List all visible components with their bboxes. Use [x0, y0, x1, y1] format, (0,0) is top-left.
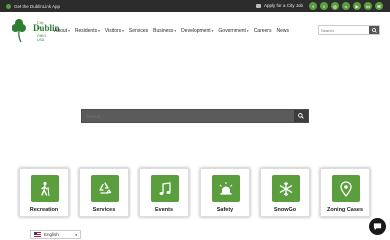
header-search — [318, 25, 380, 35]
main-nav: About ▾ Residents ▾ Visitors ▾ Services Bus… — [54, 28, 294, 34]
tile-label: Safety — [216, 207, 234, 213]
twitter-icon[interactable]: t — [320, 2, 328, 10]
tile-label: SnowGo — [273, 207, 297, 213]
facebook-icon[interactable]: f — [309, 2, 317, 10]
chat-icon — [373, 223, 382, 231]
nav-development-label: Development — [181, 28, 211, 34]
tile-safety[interactable]: Safety — [200, 168, 250, 217]
chevron-down-icon: ▾ — [211, 29, 214, 33]
apply-job-label: Apply for a City Job — [264, 3, 304, 8]
nav-services[interactable]: Services — [129, 28, 148, 34]
chevron-down-icon: ▾ — [246, 29, 249, 33]
chevron-down-icon: ▾ — [122, 29, 124, 33]
social-links: f t ◎ •• ▶ in ✉ — [309, 2, 383, 10]
tile-events[interactable]: Events — [139, 168, 189, 217]
briefcase-icon — [256, 3, 261, 8]
header-search-input[interactable] — [321, 26, 365, 34]
tile-label: Events — [154, 207, 174, 213]
nav-visitors-label: Visitors — [104, 28, 122, 34]
us-flag-icon — [34, 232, 41, 237]
snowflake-icon — [272, 175, 300, 202]
nav-residents[interactable]: Residents ▾ — [75, 28, 100, 34]
search-icon — [298, 113, 304, 119]
city-logo[interactable]: City of Dublin OHIO, USA — [11, 15, 60, 45]
tile-label: Services — [92, 207, 116, 213]
music-note-icon — [151, 175, 179, 202]
chat-button[interactable] — [369, 218, 386, 235]
tile-label: Recreation — [29, 207, 59, 213]
nav-residents-label: Residents — [74, 28, 98, 34]
linkedin-icon[interactable]: in — [364, 2, 372, 10]
utility-bar: Get the DublinLink App Apply for a City … — [0, 0, 390, 12]
tile-recreation[interactable]: Recreation — [19, 168, 69, 217]
hero-search-input[interactable] — [86, 112, 286, 121]
youtube-icon[interactable]: ▶ — [353, 2, 361, 10]
hero-search-button[interactable] — [294, 110, 308, 122]
nav-about-label: About — [54, 28, 68, 34]
tile-zoning-cases[interactable]: Zoning Cases — [320, 168, 370, 217]
nav-services-label: Services — [128, 28, 149, 34]
tile-label: Zoning Cases — [326, 207, 364, 213]
nav-visitors[interactable]: Visitors ▾ — [105, 28, 124, 34]
recycle-icon — [91, 175, 119, 202]
app-link[interactable]: Get the DublinLink App — [6, 3, 61, 9]
nav-business[interactable]: Business ▾ — [153, 28, 176, 34]
nav-business-label: Business — [153, 28, 174, 34]
nav-development[interactable]: Development ▾ — [181, 28, 213, 34]
mail-icon[interactable]: ✉ — [375, 2, 383, 10]
language-label: English — [44, 232, 59, 237]
nav-news[interactable]: News — [276, 28, 289, 34]
logo-state-text: OHIO, USA — [37, 34, 47, 42]
chevron-down-icon: ▾ — [174, 29, 177, 33]
site-header: City of Dublin OHIO, USA About ▾ Resident… — [0, 12, 390, 46]
tile-services[interactable]: Services — [79, 168, 129, 217]
tile-snowgo[interactable]: SnowGo — [260, 168, 310, 217]
instagram-icon[interactable]: ◎ — [331, 2, 339, 10]
chevron-down-icon: ▾ — [98, 29, 100, 33]
nav-government[interactable]: Government ▾ — [218, 28, 248, 34]
language-selector[interactable]: English ▾ — [30, 230, 81, 239]
chevron-down-icon: ▾ — [75, 232, 77, 237]
siren-icon — [212, 175, 240, 202]
nav-about[interactable]: About ▾ — [54, 28, 70, 34]
flickr-icon[interactable]: •• — [342, 2, 350, 10]
nav-government-label: Government — [218, 28, 246, 34]
search-icon — [371, 27, 377, 33]
apply-job-link[interactable]: Apply for a City Job — [256, 3, 303, 8]
header-search-button[interactable] — [369, 26, 379, 34]
app-link-label: Get the DublinLink App — [14, 3, 61, 9]
map-pin-icon — [332, 175, 360, 202]
app-icon — [6, 3, 11, 9]
hiker-icon — [31, 175, 59, 202]
chevron-down-icon: ▾ — [68, 29, 70, 33]
nav-careers[interactable]: Careers — [254, 28, 272, 34]
nav-careers-label: Careers — [253, 28, 272, 34]
hero-search — [81, 109, 309, 123]
nav-news-label: News — [276, 28, 289, 34]
